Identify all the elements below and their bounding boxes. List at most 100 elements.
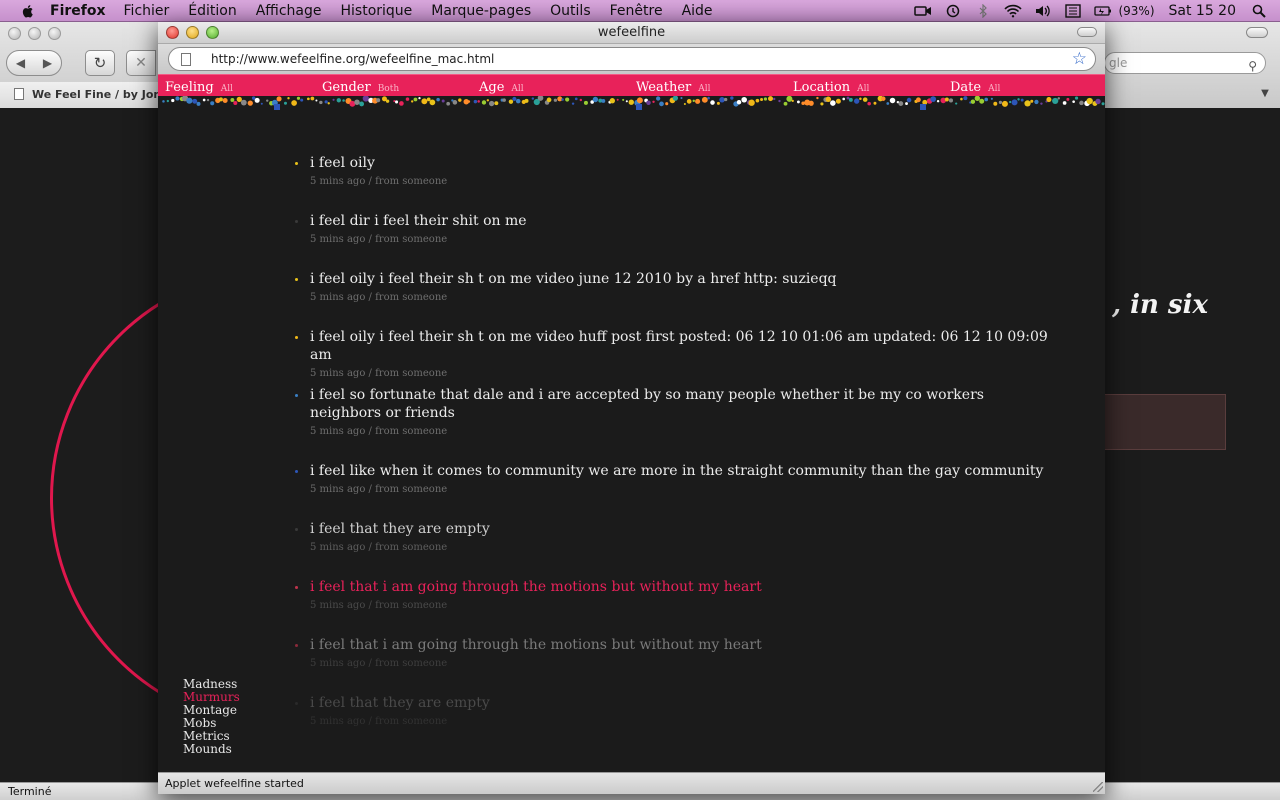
murmur-item[interactable]: i feel that they are empty 5 mins ago / … <box>295 694 1050 729</box>
feeling-dot <box>324 100 328 104</box>
feeling-dot <box>254 97 260 103</box>
feeling-dot <box>786 96 793 102</box>
menu-fenetre[interactable]: Fenêtre <box>610 3 663 19</box>
filter-location[interactable]: Location All <box>786 75 943 97</box>
feeling-dot <box>936 99 940 103</box>
keyboard-icon[interactable] <box>1064 4 1082 18</box>
feeling-dot <box>652 100 655 103</box>
zoom-button[interactable] <box>206 26 219 39</box>
bg-search-field[interactable]: gle ⚲ <box>1104 52 1266 74</box>
murmur-item[interactable]: i feel oily i feel their sh t on me vide… <box>295 328 1050 381</box>
bg-toolbar-toggle-button[interactable] <box>1246 27 1268 38</box>
feeling-dot <box>385 99 390 103</box>
spotlight-search-icon[interactable] <box>1252 4 1266 18</box>
menubar-clock[interactable]: Sat 15 20 <box>1169 3 1236 19</box>
murmur-item[interactable]: i feel so fortunate that dale and i are … <box>295 386 1050 439</box>
feeling-dot <box>846 96 850 100</box>
feeling-dot <box>680 97 683 100</box>
feeling-dot <box>512 96 517 102</box>
feeling-dot <box>315 99 318 102</box>
feeling-dot <box>1020 98 1024 102</box>
feeling-dot <box>336 98 342 103</box>
feeling-dot <box>979 98 985 104</box>
menu-edition[interactable]: Édition <box>188 3 236 19</box>
resize-grip-icon[interactable] <box>1093 782 1103 792</box>
camera-icon[interactable] <box>914 4 932 18</box>
feeling-dot <box>905 102 908 105</box>
filter-date[interactable]: Date All <box>943 75 1100 97</box>
menu-app-name[interactable]: Firefox <box>50 3 106 19</box>
filter-gender[interactable]: Gender Both <box>315 75 472 97</box>
battery-icon[interactable] <box>1094 4 1112 18</box>
feeling-dot <box>862 97 868 102</box>
reload-icon: ↻ <box>93 54 107 72</box>
filter-value: All <box>857 84 870 94</box>
murmur-item[interactable]: i feel oily 5 mins ago / from someone <box>295 154 1050 189</box>
apple-icon[interactable] <box>20 3 36 19</box>
bg-back-forward-button[interactable]: ◀ ▶ <box>6 50 62 76</box>
murmur-text: i feel that they are empty <box>310 695 490 711</box>
feeling-dot <box>247 100 253 106</box>
bg-minimize-button[interactable] <box>28 27 41 40</box>
filter-age[interactable]: Age All <box>472 75 629 97</box>
feeling-dot <box>920 104 926 110</box>
filter-feeling[interactable]: Feeling All <box>158 75 315 97</box>
bg-button-box[interactable] <box>1090 394 1226 450</box>
tab-list-chevron-icon[interactable]: ▼ <box>1256 85 1274 103</box>
back-arrow-icon[interactable]: ◀ <box>16 56 25 70</box>
bg-close-button[interactable] <box>8 27 21 40</box>
murmur-item[interactable]: i feel dir i feel their shit on me 5 min… <box>295 212 1050 247</box>
bg-tab-wefeelfine[interactable]: We Feel Fine / by Jona <box>0 82 160 108</box>
filter-weather[interactable]: Weather All <box>629 75 786 97</box>
feeling-dot <box>609 98 615 104</box>
feeling-dot <box>622 98 625 101</box>
popup-title: wefeelfine <box>597 25 666 40</box>
murmur-item[interactable]: i feel like when it comes to community w… <box>295 462 1050 497</box>
murmur-item[interactable]: i feel that they are empty 5 mins ago / … <box>295 520 1050 555</box>
feeling-dot <box>1008 100 1012 104</box>
murmur-item[interactable]: i feel oily i feel their sh t on me vide… <box>295 270 1050 305</box>
feeling-dot <box>716 101 720 105</box>
feeling-dot <box>413 97 418 102</box>
feeling-dot <box>274 104 280 110</box>
close-button[interactable] <box>166 26 179 39</box>
murmur-bullet <box>295 470 298 473</box>
feeling-dot <box>768 96 774 102</box>
feeling-dot <box>571 102 575 105</box>
toolbar-toggle-button[interactable] <box>1077 27 1097 37</box>
feeling-dot <box>616 98 619 101</box>
wifi-icon[interactable] <box>1004 4 1023 18</box>
volume-icon[interactable] <box>1034 4 1052 18</box>
bookmark-star-icon[interactable]: ☆ <box>1072 49 1087 69</box>
search-icon[interactable]: ⚲ <box>1248 56 1257 76</box>
url-text[interactable]: http://www.wefeelfine.org/wefeelfine_mac… <box>211 48 494 70</box>
feeling-dot <box>310 96 315 101</box>
murmur-item-highlighted[interactable]: i feel that i am going through the motio… <box>295 578 1050 613</box>
bluetooth-icon[interactable] <box>974 3 992 19</box>
feeling-dot <box>592 96 599 103</box>
feeling-dot <box>429 99 436 106</box>
bg-zoom-button[interactable] <box>48 27 61 40</box>
feeling-dot <box>692 99 695 103</box>
feeling-dot <box>859 97 862 101</box>
time-machine-icon[interactable] <box>944 4 962 18</box>
menu-fichier[interactable]: Fichier <box>124 3 170 19</box>
url-field[interactable]: http://www.wefeelfine.org/wefeelfine_mac… <box>168 47 1096 71</box>
feeling-dot <box>162 100 165 103</box>
minimize-button[interactable] <box>186 26 199 39</box>
murmur-text: i feel so fortunate that dale and i are … <box>310 387 984 421</box>
menu-outils[interactable]: Outils <box>550 3 590 19</box>
murmur-item[interactable]: i feel that i am going through the motio… <box>295 636 1050 671</box>
feeling-dot <box>473 99 478 104</box>
nav-mounds[interactable]: Mounds <box>183 743 240 756</box>
feeling-dot <box>842 97 845 101</box>
menu-historique[interactable]: Historique <box>341 3 413 19</box>
menu-affichage[interactable]: Affichage <box>256 3 322 19</box>
murmur-bullet <box>295 702 298 705</box>
menu-marque-pages[interactable]: Marque-pages <box>431 3 531 19</box>
forward-arrow-icon[interactable]: ▶ <box>43 56 52 70</box>
feeling-dot <box>186 97 193 104</box>
bg-stop-button[interactable]: ✕ <box>126 50 156 76</box>
bg-reload-button[interactable]: ↻ <box>85 50 115 76</box>
menu-aide[interactable]: Aide <box>682 3 713 19</box>
